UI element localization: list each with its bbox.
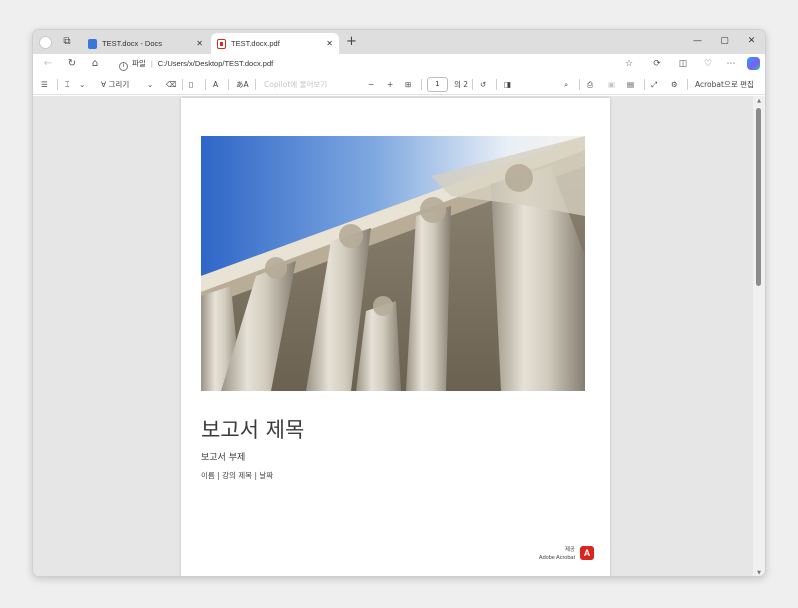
adobe-logo-icon: A xyxy=(580,546,594,560)
back-icon[interactable]: ← xyxy=(41,57,55,71)
divider xyxy=(644,79,645,90)
profile-avatar[interactable] xyxy=(39,36,52,49)
favorite-star-icon[interactable]: ☆ xyxy=(622,57,636,71)
draw-pen-icon: ∀ xyxy=(101,80,107,89)
zoom-in-button[interactable]: + xyxy=(387,77,393,92)
new-tab-button[interactable]: + xyxy=(346,34,357,50)
divider xyxy=(182,79,183,90)
document-title: 보고서 제목 xyxy=(201,418,305,442)
settings-gear-icon[interactable]: ⚙ xyxy=(671,77,678,92)
pdf-toolbar: ☰ ⌶ ⌄ ∀ 그리기 ⌄ ⌫ ▯ A あA Copilot에 물어보기 − +… xyxy=(33,74,765,95)
vertical-scrollbar[interactable]: ▲ ▼ xyxy=(753,96,765,576)
tab-pdf[interactable]: TEST.docx.pdf ✕ xyxy=(211,33,339,54)
page-number-input[interactable]: 1 xyxy=(427,77,448,92)
document-meta: 이름 | 강의 제목 | 날짜 xyxy=(201,471,274,480)
contents-icon[interactable]: ☰ xyxy=(41,77,48,92)
fit-page-icon[interactable]: ⊞ xyxy=(405,77,411,92)
close-tab-icon[interactable]: ✕ xyxy=(196,33,203,54)
divider xyxy=(205,79,206,90)
scheme-label: 파일 xyxy=(132,59,146,68)
copilot-icon[interactable] xyxy=(747,57,760,70)
draw-button[interactable]: ∀ 그리기 xyxy=(101,77,129,92)
acrobat-edit-button[interactable]: Acrobat으로 편집 xyxy=(695,77,754,92)
two-page-view-icon[interactable]: ◨ xyxy=(504,77,511,92)
cover-image xyxy=(201,136,585,391)
window-controls: — ▢ ✕ xyxy=(684,30,765,54)
close-tab-icon[interactable]: ✕ xyxy=(326,33,333,54)
highlight-icon[interactable]: ⌶ xyxy=(65,77,70,92)
close-window-button[interactable]: ✕ xyxy=(738,30,765,54)
site-info-icon[interactable]: i xyxy=(119,62,128,71)
page-view-icon[interactable]: ▯ xyxy=(189,77,193,92)
url-field[interactable]: i 파일 | C:/Users/x/Desktop/TEST.docx.pdf xyxy=(119,57,273,71)
save-as-icon[interactable]: ▤ xyxy=(627,77,634,92)
scroll-up-icon[interactable]: ▲ xyxy=(755,98,763,104)
tab-bar: ⧉ TEST.docx - Docs ✕ TEST.docx.pdf ✕ + —… xyxy=(33,30,765,54)
docs-favicon-icon xyxy=(88,39,97,49)
maximize-button[interactable]: ▢ xyxy=(711,30,738,54)
divider xyxy=(496,79,497,90)
minimize-button[interactable]: — xyxy=(684,30,711,54)
pdf-viewer: 보고서 제목 보고서 부제 이름 | 강의 제목 | 날짜 제공 Adobe A… xyxy=(33,96,765,576)
divider xyxy=(228,79,229,90)
scroll-down-icon[interactable]: ▼ xyxy=(755,570,763,576)
eraser-icon[interactable]: ⌫ xyxy=(166,77,177,92)
read-aloud-icon[interactable]: A xyxy=(213,77,218,92)
draw-label: 그리기 xyxy=(108,80,130,89)
split-screen-icon[interactable]: ◫ xyxy=(676,57,690,71)
save-icon[interactable]: ▣ xyxy=(608,77,615,92)
tab-label: TEST.docx - Docs xyxy=(102,39,163,48)
refresh-icon[interactable]: ↻ xyxy=(65,57,79,71)
translate-icon[interactable]: あA xyxy=(236,77,249,92)
highlight-chevron-icon[interactable]: ⌄ xyxy=(79,77,85,92)
divider xyxy=(579,79,580,90)
document-subtitle: 보고서 부제 xyxy=(201,453,246,463)
browser-essentials-icon[interactable]: ♡ xyxy=(701,57,715,71)
rotate-icon[interactable]: ↺ xyxy=(480,77,486,92)
address-bar: ← ↻ ⌂ i 파일 | C:/Users/x/Desktop/TEST.docx.p… xyxy=(33,54,765,74)
scrollbar-thumb[interactable] xyxy=(756,108,761,286)
copilot-prompt[interactable]: Copilot에 물어보기 xyxy=(264,77,327,92)
more-menu-icon[interactable]: ⋯ xyxy=(724,57,738,71)
divider xyxy=(472,79,473,90)
tab-actions-icon[interactable]: ⧉ xyxy=(60,35,74,49)
url-text: C:/Users/x/Desktop/TEST.docx.pdf xyxy=(157,59,274,68)
pdf-page: 보고서 제목 보고서 부제 이름 | 강의 제목 | 날짜 제공 Adobe A… xyxy=(181,98,610,576)
divider xyxy=(421,79,422,90)
divider xyxy=(57,79,58,90)
extensions-icon[interactable]: ⟳ xyxy=(650,57,664,71)
draw-chevron-icon[interactable]: ⌄ xyxy=(147,77,153,92)
adobe-badge-text: 제공 Adobe Acrobat xyxy=(538,547,575,561)
browser-window: ⧉ TEST.docx - Docs ✕ TEST.docx.pdf ✕ + —… xyxy=(32,29,766,577)
home-icon[interactable]: ⌂ xyxy=(88,57,102,71)
divider xyxy=(255,79,256,90)
search-icon[interactable]: ⌕ xyxy=(564,77,568,92)
pdf-favicon-icon xyxy=(217,39,226,49)
page-total: 의 2 xyxy=(454,80,469,89)
zoom-out-button[interactable]: − xyxy=(368,77,374,92)
print-icon[interactable]: ⎙ xyxy=(587,77,593,92)
fullscreen-icon[interactable]: ⤢ xyxy=(651,77,657,92)
divider xyxy=(687,79,688,90)
tab-docs[interactable]: TEST.docx - Docs ✕ xyxy=(82,33,209,54)
tab-label: TEST.docx.pdf xyxy=(231,39,280,48)
